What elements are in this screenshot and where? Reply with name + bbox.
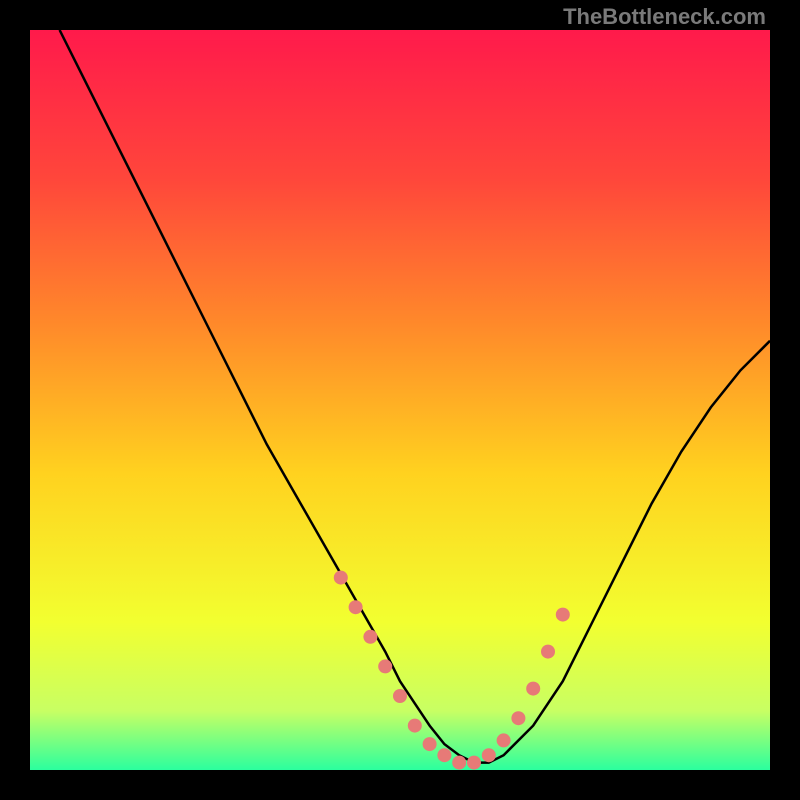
marker-dot <box>408 719 422 733</box>
chart-background <box>30 30 770 770</box>
marker-dot <box>363 630 377 644</box>
attribution-text: TheBottleneck.com <box>563 4 766 30</box>
marker-dot <box>482 748 496 762</box>
marker-dot <box>437 748 451 762</box>
marker-dot <box>349 600 363 614</box>
marker-dot <box>423 737 437 751</box>
marker-dot <box>378 659 392 673</box>
marker-dot <box>393 689 407 703</box>
marker-dot <box>497 733 511 747</box>
marker-dot <box>556 608 570 622</box>
marker-dot <box>511 711 525 725</box>
chart-plot <box>30 30 770 770</box>
marker-dot <box>334 571 348 585</box>
marker-dot <box>541 645 555 659</box>
marker-dot <box>526 682 540 696</box>
marker-dot <box>452 756 466 770</box>
chart-frame <box>30 30 770 770</box>
marker-dot <box>467 756 481 770</box>
